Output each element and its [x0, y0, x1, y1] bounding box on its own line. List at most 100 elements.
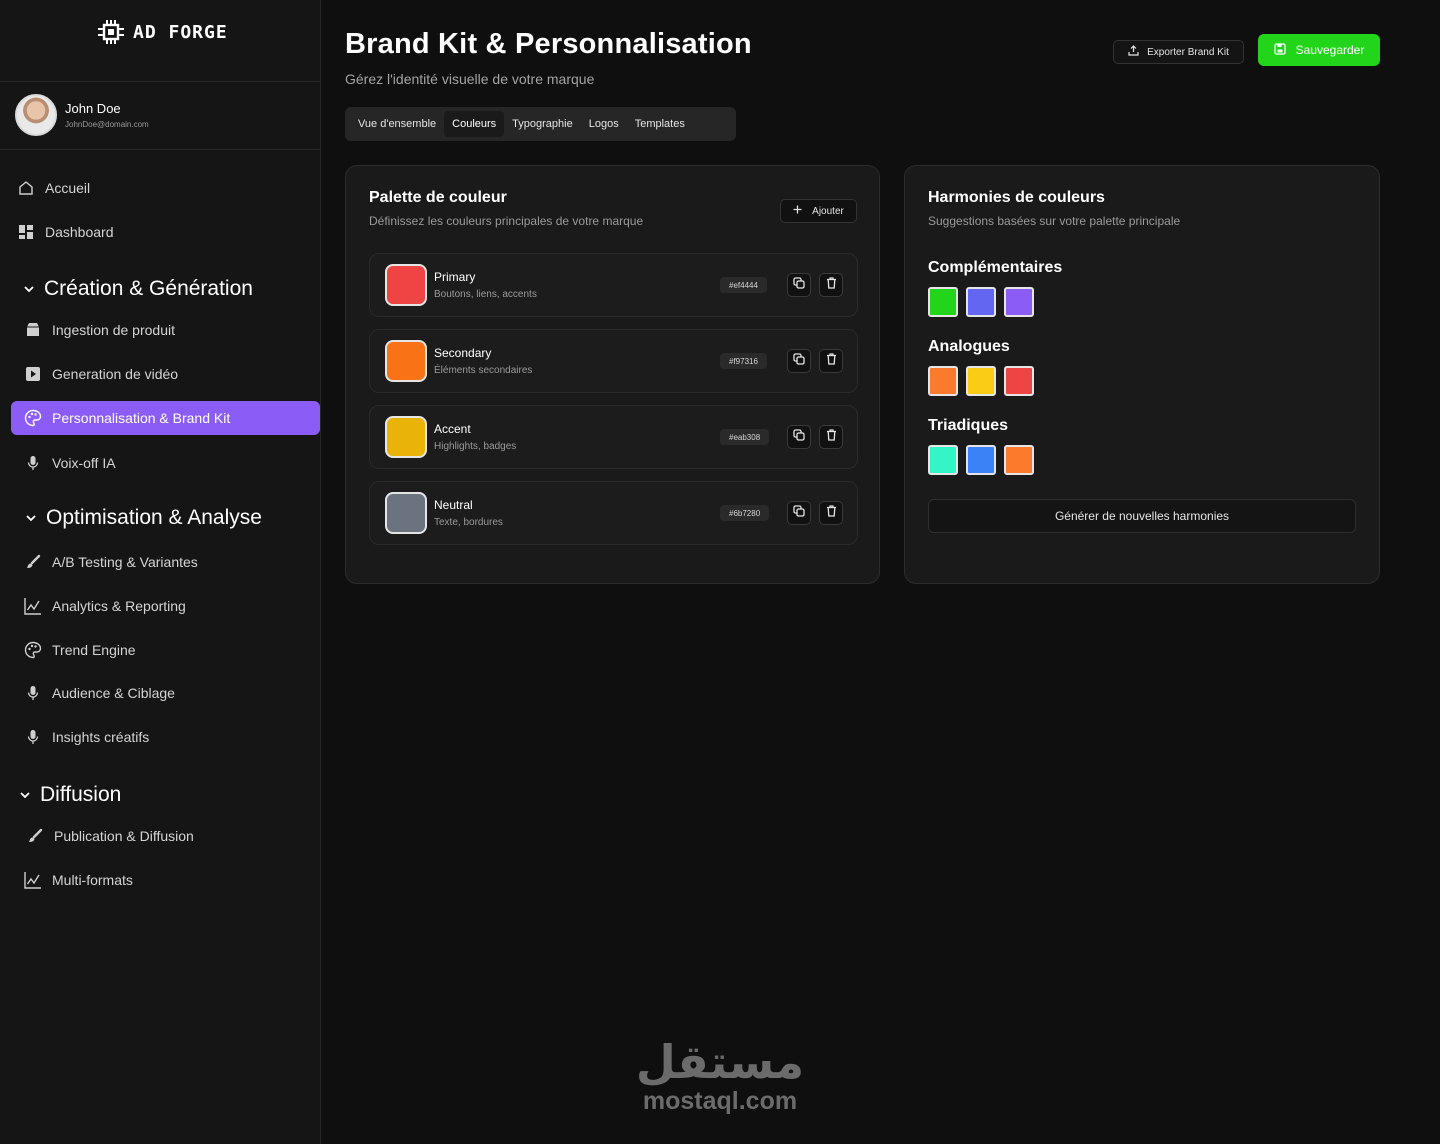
- microphone-icon: [24, 684, 42, 702]
- delete-button[interactable]: [819, 273, 843, 297]
- user-profile[interactable]: John Doe JohnDoe@domain.com: [15, 94, 149, 136]
- tab-couleurs[interactable]: Couleurs: [444, 111, 505, 137]
- brand-kit-tabs: Vue d'ensemble Couleurs Typographie Logo…: [345, 107, 736, 141]
- sidebar-item-trend-engine[interactable]: Trend Engine: [24, 633, 136, 667]
- chart-icon: [24, 871, 42, 889]
- color-description: Highlights, badges: [434, 441, 517, 452]
- color-swatch[interactable]: [385, 492, 427, 534]
- sidebar-item-publication[interactable]: Publication & Diffusion: [26, 819, 194, 853]
- sidebar-item-label: Analytics & Reporting: [52, 598, 186, 614]
- color-hex-value[interactable]: #ef4444: [720, 277, 767, 293]
- user-name: John Doe: [65, 101, 121, 116]
- sidebar-item-label: Publication & Diffusion: [54, 828, 194, 844]
- harmonies-title: Harmonies de couleurs: [928, 189, 1105, 206]
- box-icon: [24, 321, 42, 339]
- color-name: Secondary: [434, 346, 492, 360]
- harmony-swatch[interactable]: [1004, 366, 1034, 396]
- section-creation-generation[interactable]: Création & Génération: [24, 277, 253, 301]
- sidebar-item-analytics[interactable]: Analytics & Reporting: [24, 589, 186, 623]
- watermark-latin: mostaql.com: [642, 1087, 798, 1115]
- watermark: مستقل mostaql.com: [632, 1036, 808, 1114]
- sidebar-item-insights[interactable]: Insights créatifs: [24, 720, 149, 754]
- section-title: Optimisation & Analyse: [46, 506, 262, 529]
- color-swatch[interactable]: [385, 340, 427, 382]
- section-optimisation-analyse[interactable]: Optimisation & Analyse: [26, 506, 262, 530]
- export-brand-kit-button[interactable]: Exporter Brand Kit: [1113, 40, 1244, 64]
- section-diffusion[interactable]: Diffusion: [20, 783, 121, 807]
- add-label: Ajouter: [812, 205, 844, 217]
- harmony-swatch[interactable]: [928, 445, 958, 475]
- tab-typographie[interactable]: Typographie: [504, 111, 581, 137]
- delete-button[interactable]: [819, 501, 843, 525]
- harmony-swatch[interactable]: [928, 366, 958, 396]
- sidebar-item-accueil[interactable]: Accueil: [17, 171, 90, 205]
- harmony-swatch[interactable]: [966, 366, 996, 396]
- app-logo[interactable]: AD FORGE: [97, 19, 228, 45]
- sidebar-item-label: Ingestion de produit: [52, 322, 175, 338]
- trash-icon: [826, 276, 837, 294]
- trash-icon: [826, 352, 837, 370]
- avatar: [15, 94, 57, 136]
- color-swatch[interactable]: [385, 264, 427, 306]
- copy-button[interactable]: [787, 273, 811, 297]
- sidebar-item-label: Trend Engine: [52, 642, 136, 658]
- sidebar-divider: [0, 81, 320, 82]
- sidebar-item-dashboard[interactable]: Dashboard: [17, 215, 114, 249]
- color-hex-value[interactable]: #eab308: [720, 429, 770, 445]
- sidebar-item-label: Dashboard: [45, 224, 114, 240]
- save-button[interactable]: Sauvegarder: [1258, 34, 1380, 66]
- color-swatch[interactable]: [385, 416, 427, 458]
- sidebar-item-voix-off[interactable]: Voix-off IA: [24, 446, 116, 480]
- copy-icon: [793, 352, 805, 370]
- tab-logos[interactable]: Logos: [581, 111, 627, 137]
- section-title: Diffusion: [40, 783, 122, 806]
- palette-icon: [24, 641, 42, 659]
- harmony-swatch[interactable]: [1004, 445, 1034, 475]
- sidebar-item-multi-formats[interactable]: Multi-formats: [24, 863, 133, 897]
- delete-button[interactable]: [819, 349, 843, 373]
- color-row[interactable]: Neutral Texte, bordures #6b7280: [369, 481, 858, 545]
- harmony-swatch[interactable]: [966, 287, 996, 317]
- color-name: Accent: [434, 422, 471, 436]
- sidebar-item-ab-testing[interactable]: A/B Testing & Variantes: [24, 545, 198, 579]
- copy-button[interactable]: [787, 425, 811, 449]
- palette-icon: [24, 409, 42, 427]
- sidebar-item-generation-video[interactable]: Generation de vidéo: [24, 357, 178, 391]
- color-hex-value[interactable]: #f97316: [720, 353, 767, 369]
- copy-icon: [793, 276, 805, 294]
- add-color-button[interactable]: Ajouter: [780, 199, 857, 223]
- sidebar-item-ingestion[interactable]: Ingestion de produit: [24, 313, 175, 347]
- color-row[interactable]: Accent Highlights, badges #eab308: [369, 405, 858, 469]
- color-row[interactable]: Secondary Éléments secondaires #f97316: [369, 329, 858, 393]
- sidebar-item-audience[interactable]: Audience & Ciblage: [24, 676, 175, 710]
- color-description: Éléments secondaires: [434, 365, 533, 376]
- generate-harmonies-button[interactable]: Générer de nouvelles harmonies: [928, 499, 1356, 533]
- color-hex-value[interactable]: #6b7280: [720, 505, 770, 521]
- save-label: Sauvegarder: [1295, 43, 1365, 57]
- tab-templates[interactable]: Templates: [627, 111, 693, 137]
- watermark-arabic: مستقل: [635, 1035, 805, 1089]
- harmony-group-label: Complémentaires: [928, 259, 1063, 276]
- sidebar-item-label: Generation de vidéo: [52, 366, 179, 382]
- chart-icon: [24, 597, 42, 615]
- harmony-swatch[interactable]: [928, 287, 958, 317]
- sidebar-item-label: Personnalisation & Brand Kit: [52, 410, 231, 426]
- chevron-down-icon: [26, 511, 36, 525]
- copy-button[interactable]: [787, 501, 811, 525]
- delete-button[interactable]: [819, 425, 843, 449]
- trash-icon: [826, 504, 837, 522]
- copy-icon: [793, 504, 805, 522]
- harmony-swatch[interactable]: [1004, 287, 1034, 317]
- play-icon: [24, 365, 42, 383]
- section-title: Création & Génération: [44, 277, 253, 300]
- sidebar-divider: [0, 149, 320, 150]
- tab-vue-ensemble[interactable]: Vue d'ensemble: [350, 111, 444, 137]
- brush-icon: [24, 553, 42, 571]
- copy-button[interactable]: [787, 349, 811, 373]
- sidebar-item-brand-kit[interactable]: Personnalisation & Brand Kit: [11, 401, 320, 435]
- color-row[interactable]: Primary Boutons, liens, accents #ef4444: [369, 253, 858, 317]
- harmonies-subtitle: Suggestions basées sur votre palette pri…: [928, 214, 1181, 228]
- harmony-swatch[interactable]: [966, 445, 996, 475]
- chevron-down-icon: [20, 788, 30, 802]
- color-name: Primary: [434, 270, 476, 284]
